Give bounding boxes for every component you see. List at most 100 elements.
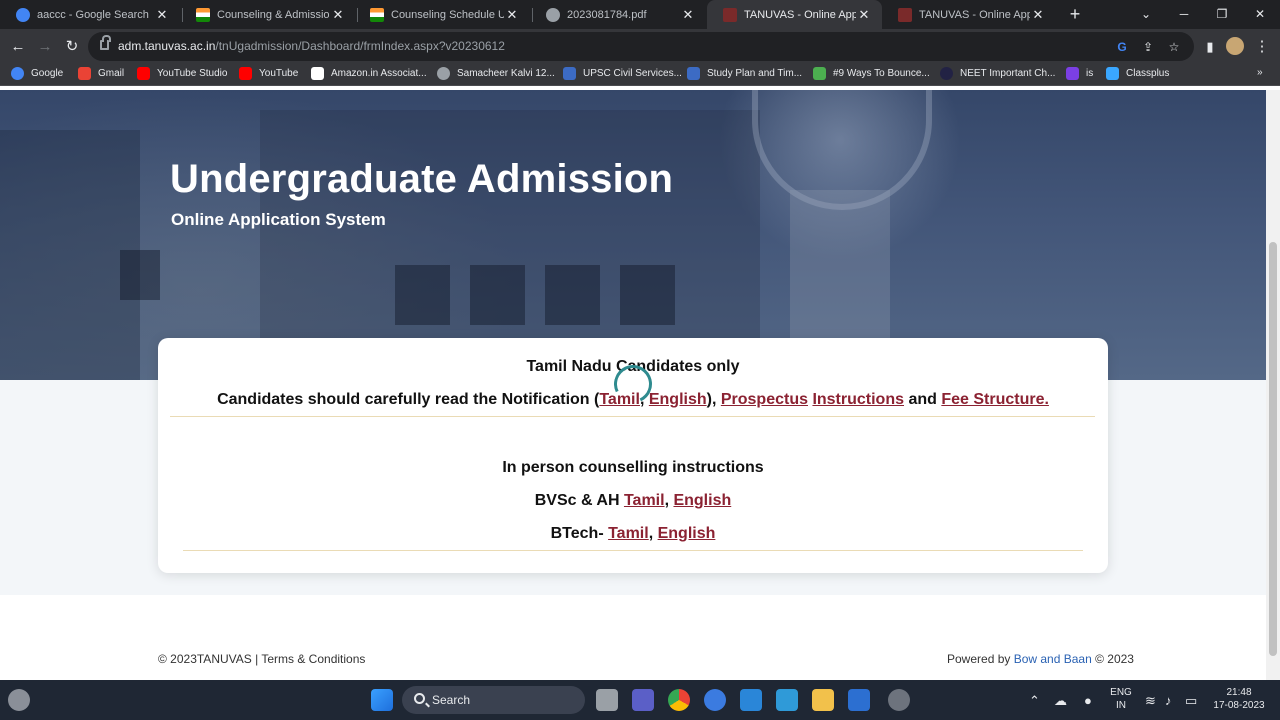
google-lens-icon[interactable]: G xyxy=(1114,39,1130,55)
minimize-button[interactable]: ─ xyxy=(1166,0,1202,29)
address-bar[interactable]: adm.tanuvas.ac.in/tnUgadmission/Dashboar… xyxy=(88,32,1194,61)
lock-icon[interactable] xyxy=(100,35,111,50)
weather-icon[interactable] xyxy=(8,689,30,711)
bookmark-neet[interactable]: NEET Important Ch... xyxy=(940,67,1055,80)
bookmark-label: UPSC Civil Services... xyxy=(583,68,682,79)
back-button[interactable]: ← xyxy=(6,35,30,59)
store-icon[interactable] xyxy=(848,689,870,711)
copilot-icon[interactable] xyxy=(704,689,726,711)
tab-search-button[interactable]: ⌄ xyxy=(1128,0,1164,29)
tab-google-search[interactable]: aaccc - Google Search ✕ xyxy=(0,0,180,29)
tab-tanuvas[interactable]: TANUVAS - Online Applicati ✕ xyxy=(882,0,1056,29)
tab-title: 2023081784.pdf xyxy=(567,8,647,21)
bookmark-label: Study Plan and Tim... xyxy=(707,68,803,79)
article-icon xyxy=(813,67,826,80)
microphone-icon[interactable]: ● xyxy=(1084,693,1092,708)
start-icon[interactable] xyxy=(371,689,393,711)
url-text[interactable]: adm.tanuvas.ac.in/tnUgadmission/Dashboar… xyxy=(118,39,505,53)
btech-line: BTech- Tamil, English xyxy=(158,525,1108,543)
tab-counseling-admissions[interactable]: Counseling & Admissions | ✕ xyxy=(180,0,356,29)
fee-structure-link[interactable]: Fee Structure. xyxy=(941,391,1049,408)
bookmark-label: Classplus xyxy=(1126,68,1170,79)
maximize-button[interactable]: ❐ xyxy=(1204,0,1240,29)
close-icon[interactable]: ✕ xyxy=(504,7,520,23)
notification-text: Candidates should carefully read the Not… xyxy=(217,391,600,408)
bvsc-label: BVSc & AH xyxy=(534,492,624,509)
chevron-up-icon[interactable]: ⌃ xyxy=(1029,693,1040,709)
browser-toolbar: ← → ↻ adm.tanuvas.ac.in/tnUgadmission/Da… xyxy=(0,29,1280,64)
page-scrollbar[interactable] xyxy=(1266,90,1280,680)
page-subtitle: Online Application System xyxy=(171,210,386,229)
chrome-icon[interactable] xyxy=(668,689,690,711)
tab-counseling-schedule[interactable]: Counseling Schedule UG | A ✕ xyxy=(354,0,530,29)
close-icon[interactable]: ✕ xyxy=(856,7,872,23)
bookmark-label: #9 Ways To Bounce... xyxy=(833,68,930,79)
forward-button[interactable]: → xyxy=(33,35,57,59)
wifi-icon[interactable]: ≋ xyxy=(1145,693,1156,709)
close-icon[interactable]: ✕ xyxy=(680,7,696,23)
reload-button[interactable]: ↻ xyxy=(60,35,84,59)
clock-date: 17-08-2023 xyxy=(1213,700,1265,711)
bvsc-line: BVSc & AH Tamil, English xyxy=(158,492,1108,510)
bookmark-study-plan[interactable]: Study Plan and Tim... xyxy=(687,67,802,80)
bookmark-is[interactable]: is xyxy=(1066,67,1093,80)
url-host: adm.tanuvas.ac.in xyxy=(118,39,216,53)
tab-title: TANUVAS - Online Applicati xyxy=(744,8,856,21)
bookmark-gmail[interactable]: Gmail xyxy=(78,67,124,80)
taskbar-search[interactable]: Search xyxy=(402,686,585,714)
calculator-icon[interactable] xyxy=(776,689,798,711)
bookmark-google[interactable]: Google xyxy=(11,67,63,80)
instructions-link[interactable]: Instructions xyxy=(812,391,904,408)
close-icon[interactable]: ✕ xyxy=(154,7,170,23)
bookmark-youtube-studio[interactable]: YouTube Studio xyxy=(137,67,227,80)
share-icon[interactable]: ⇪ xyxy=(1140,39,1156,55)
cloud-icon[interactable]: ☁ xyxy=(1054,693,1067,709)
file-explorer-icon[interactable] xyxy=(812,689,834,711)
flag-icon xyxy=(196,7,210,22)
footer-copyright[interactable]: © 2023TANUVAS | Terms & Conditions xyxy=(158,652,365,666)
bow-and-baan-link[interactable]: Bow and Baan xyxy=(1014,652,1092,666)
language-indicator[interactable]: ENG IN xyxy=(1108,686,1134,712)
bookmark-label: is xyxy=(1086,68,1094,79)
btech-tamil-link[interactable]: Tamil xyxy=(608,525,649,542)
clock[interactable]: 21:48 17-08-2023 xyxy=(1208,686,1270,712)
btech-english-link[interactable]: English xyxy=(658,525,716,542)
bvsc-tamil-link[interactable]: Tamil xyxy=(624,492,665,509)
teams-icon[interactable] xyxy=(632,689,654,711)
bookmark-label: Amazon.in Associat... xyxy=(331,68,427,79)
side-panel-icon[interactable]: ▮ xyxy=(1198,35,1222,59)
bvsc-english-link[interactable]: English xyxy=(673,492,731,509)
bookmarks-overflow-button[interactable]: » xyxy=(1257,67,1263,78)
bookmark-classplus[interactable]: Classplus xyxy=(1106,67,1169,80)
bookmark-ways-to-bounce[interactable]: #9 Ways To Bounce... xyxy=(813,67,930,80)
divider xyxy=(183,550,1083,551)
tab-title: TANUVAS - Online Applicati xyxy=(919,8,1030,21)
settings-icon[interactable] xyxy=(888,689,910,711)
bookmark-youtube[interactable]: YouTube xyxy=(239,67,298,80)
bookmark-upsc[interactable]: UPSC Civil Services... xyxy=(563,67,682,80)
bookmark-samacheer[interactable]: Samacheer Kalvi 12... xyxy=(437,67,555,80)
task-view-icon[interactable] xyxy=(596,689,618,711)
volume-icon[interactable]: ♪ xyxy=(1165,693,1172,708)
bookmark-star-icon[interactable]: ☆ xyxy=(1166,39,1182,55)
scrollbar-thumb[interactable] xyxy=(1269,242,1277,656)
prospectus-link[interactable]: Prospectus xyxy=(721,391,808,408)
bookmark-amazon[interactable]: Amazon.in Associat... xyxy=(311,67,427,80)
notification-english-link[interactable]: English xyxy=(649,391,707,408)
mail-icon[interactable] xyxy=(740,689,762,711)
page-viewport: Undergraduate Admission Online Applicati… xyxy=(0,90,1266,680)
tab-pdf[interactable]: 2023081784.pdf ✕ xyxy=(530,0,706,29)
hero-window xyxy=(120,250,160,300)
youtube-icon xyxy=(137,67,150,80)
close-icon[interactable]: ✕ xyxy=(330,7,346,23)
separator-text: ), xyxy=(706,391,721,408)
close-icon[interactable]: ✕ xyxy=(1030,7,1046,23)
tab-tanuvas-active[interactable]: TANUVAS - Online Applicati ✕ xyxy=(707,0,882,29)
battery-icon[interactable]: ▭ xyxy=(1185,693,1197,709)
neet-icon xyxy=(940,67,953,80)
new-tab-button[interactable]: + xyxy=(1064,3,1086,25)
menu-icon[interactable]: ⋮ xyxy=(1250,35,1274,59)
avatar[interactable] xyxy=(1226,37,1244,55)
tab-strip: aaccc - Google Search ✕ Counseling & Adm… xyxy=(0,0,1280,29)
close-window-button[interactable]: ✕ xyxy=(1242,0,1278,29)
